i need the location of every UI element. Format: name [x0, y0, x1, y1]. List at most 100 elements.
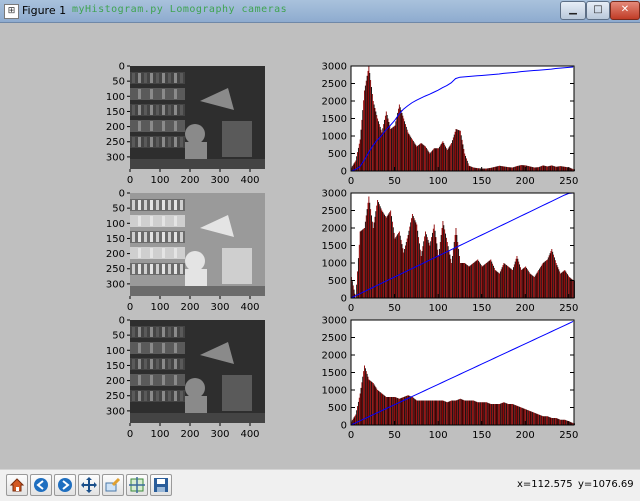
histogram-bar — [529, 411, 531, 425]
histogram-bar — [395, 397, 397, 425]
figure-svg[interactable]: 0501001502002503000 100 200 300 400050100150… — [8, 23, 632, 469]
histogram-bar — [414, 399, 416, 425]
histogram-bar — [493, 167, 495, 171]
histogram-bar — [442, 221, 444, 298]
histogram-bar — [543, 416, 545, 425]
histogram-bar — [428, 400, 430, 425]
histogram-bar — [524, 267, 526, 298]
image-ytick-label: 100 — [106, 219, 125, 230]
histogram-bar — [511, 167, 513, 171]
image-ytick-label: 250 — [106, 137, 125, 148]
histogram-bar — [375, 211, 377, 298]
save-button[interactable] — [150, 474, 172, 496]
histogram-bar — [432, 228, 434, 298]
histogram-bar — [438, 256, 440, 298]
histogram-bar — [483, 265, 485, 298]
histogram-bar — [540, 166, 542, 171]
histogram-bar — [567, 274, 568, 298]
maximize-button[interactable]: □ — [586, 1, 610, 20]
histogram-bar — [384, 119, 386, 171]
pan-button[interactable] — [78, 474, 100, 496]
histogram-bar — [469, 400, 471, 425]
histogram-xtick-label: 250 — [559, 176, 578, 187]
histogram-bar — [395, 121, 397, 171]
histogram-bar — [386, 216, 388, 298]
histogram-bar — [419, 249, 421, 298]
histogram-bar — [514, 261, 516, 298]
histogram-bar — [499, 273, 500, 298]
histogram-bar — [368, 66, 370, 171]
histogram-xtick-label: 200 — [516, 430, 535, 441]
histogram-bar — [540, 166, 541, 171]
histogram-bar — [552, 418, 554, 425]
histogram-bar — [553, 165, 554, 171]
histogram-bar — [564, 419, 566, 425]
histogram-bar — [467, 265, 469, 298]
histogram-bar — [463, 148, 465, 171]
histogram-bar — [518, 261, 520, 298]
histogram-bar — [523, 408, 525, 425]
histogram-bar — [391, 127, 393, 171]
histogram-bar — [554, 260, 556, 298]
histogram-bar — [364, 368, 366, 425]
histogram-bar — [494, 166, 496, 171]
histogram-bar — [511, 404, 513, 425]
histogram-bar — [378, 202, 379, 298]
image-xtick-label: 100 — [150, 429, 169, 440]
histogram-bar — [458, 249, 460, 298]
histogram-xtick-label: 150 — [472, 176, 491, 187]
histogram-bar — [452, 400, 453, 425]
histogram-bar — [357, 258, 359, 298]
histogram-xtick-label: 0 — [348, 176, 354, 187]
histogram-bar — [532, 167, 534, 171]
histogram-bar — [402, 115, 404, 171]
histogram-bar — [361, 230, 363, 298]
histogram-bar — [365, 371, 367, 425]
histogram-bar — [374, 108, 376, 171]
histogram-bar — [497, 272, 499, 298]
histogram-bar — [506, 166, 507, 171]
subplots-button[interactable] — [126, 474, 148, 496]
histogram-bar — [537, 167, 539, 171]
histogram-bar — [364, 221, 366, 298]
histogram-bar — [429, 153, 431, 171]
histogram-bar — [436, 400, 438, 425]
minimize-button[interactable]: ▁ — [560, 1, 586, 20]
histogram-bar — [434, 400, 436, 425]
back-button[interactable] — [30, 474, 52, 496]
histogram-bar — [553, 166, 555, 171]
histogram-bar — [559, 419, 561, 425]
zoom-button[interactable] — [102, 474, 124, 496]
histogram-bar — [418, 237, 419, 298]
histogram-bar — [380, 392, 382, 425]
histogram-bar — [417, 145, 419, 171]
histogram-bar — [459, 130, 461, 171]
histogram-bar — [518, 406, 520, 425]
histogram-bar — [391, 221, 393, 298]
histogram-bar — [378, 121, 379, 171]
histogram-bar — [481, 266, 483, 298]
home-button[interactable] — [6, 474, 28, 496]
histogram-bar — [422, 246, 424, 298]
close-button[interactable]: ✕ — [610, 1, 640, 20]
histogram-xtick-label: 150 — [472, 303, 491, 314]
histogram-bar — [404, 121, 406, 171]
histogram-bar — [452, 256, 453, 298]
histogram-bar — [566, 420, 568, 425]
histogram-bar — [403, 118, 405, 171]
histogram-bar — [520, 165, 522, 171]
histogram-bar — [391, 397, 393, 425]
histogram-bar — [466, 265, 468, 298]
forward-button[interactable] — [54, 474, 76, 496]
histogram-bar — [411, 214, 413, 298]
figure-canvas[interactable]: 0 50 100 150 200 250 300 0 100 200 300 400 0 50 100 150… — [8, 23, 632, 469]
histogram-bar — [528, 166, 530, 171]
histogram-bar — [539, 414, 541, 425]
histogram-bar — [369, 380, 371, 425]
histogram-bar — [413, 398, 415, 425]
histogram-bar — [429, 245, 431, 298]
histogram-ytick-label: 500 — [328, 149, 347, 160]
home-icon — [9, 478, 25, 492]
title-bar[interactable]: ⊞ Figure 1 myHistogram.py Lomography cam… — [0, 0, 640, 23]
histogram-bar — [437, 249, 439, 298]
